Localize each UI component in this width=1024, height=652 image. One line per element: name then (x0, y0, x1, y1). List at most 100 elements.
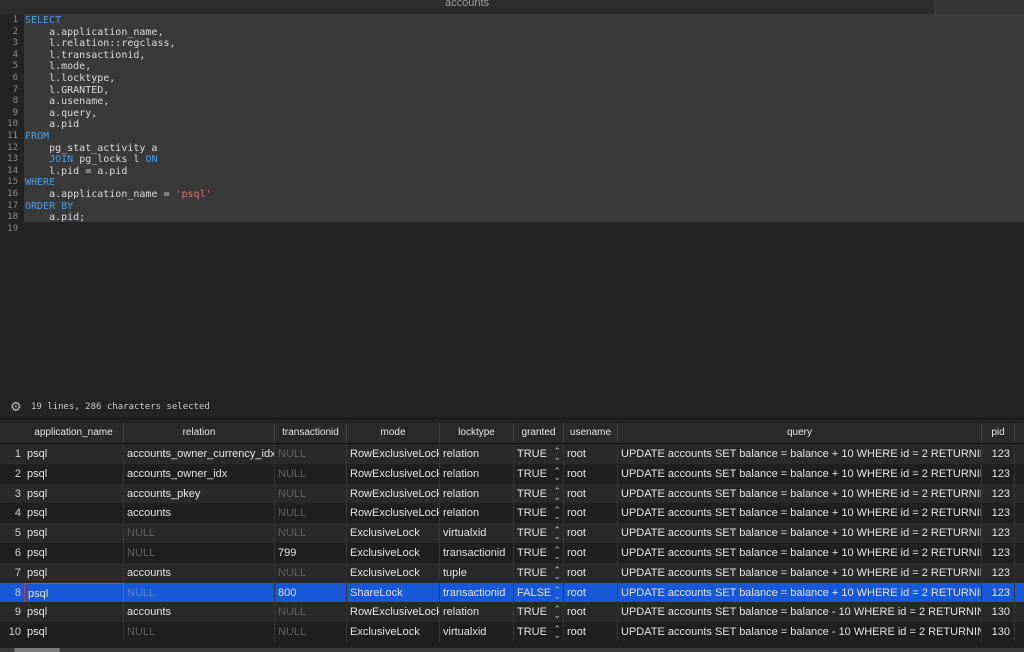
cell-pid[interactable]: 123 (982, 483, 1015, 504)
column-header-mode[interactable]: mode (347, 423, 440, 443)
column-header-usename[interactable]: usename (564, 423, 618, 443)
cell-usename[interactable]: root (564, 582, 618, 603)
cell-pid[interactable]: 130 (982, 622, 1015, 643)
cell-query[interactable]: UPDATE accounts SET balance = balance + … (618, 483, 982, 504)
cell-application_name[interactable]: psql (24, 523, 124, 544)
table-row[interactable]: 9 psql accounts NULL RowExclusiveLock relatio… (0, 602, 1024, 623)
column-header-relation[interactable]: relation (124, 423, 275, 443)
cell-query[interactable]: UPDATE accounts SET balance = balance + … (618, 582, 982, 603)
cell-transactionid[interactable]: NULL (275, 444, 347, 464)
table-row[interactable]: 10 psql NULL NULL ExclusiveLock virtualxid TRU… (0, 622, 1024, 643)
cell-usename[interactable]: root (564, 602, 618, 623)
cell-query[interactable]: UPDATE accounts SET balance = balance + … (618, 562, 982, 583)
cell-application_name[interactable]: psql (24, 503, 124, 524)
cell-locktype[interactable]: relation (440, 463, 514, 484)
cell-transactionid[interactable]: 799 (275, 543, 347, 563)
cell-granted[interactable]: TRUE ⌃ ⌄ (514, 483, 564, 504)
cell-transactionid[interactable]: NULL (275, 523, 347, 544)
cell-query[interactable]: UPDATE accounts SET balance = balance + … (618, 543, 982, 563)
table-row[interactable]: 5 psql NULL NULL ExclusiveLock virtualxid TRUE… (0, 523, 1024, 544)
cell-pid[interactable]: 123 (982, 463, 1015, 484)
cell-application_name[interactable]: psql (24, 444, 124, 464)
gear-icon[interactable]: ⚙ (10, 400, 24, 414)
table-row[interactable]: 2 psql accounts_owner_idx NULL RowExclusiveL… (0, 463, 1024, 484)
stepper-icon[interactable]: ⌃ ⌄ (553, 546, 561, 561)
cell-application_name[interactable]: psql (24, 483, 124, 504)
cell-locktype[interactable]: virtualxid (440, 622, 514, 643)
cell-usename[interactable]: root (564, 503, 618, 524)
cell-granted[interactable]: TRUE ⌃ ⌄ (514, 602, 564, 623)
cell-locktype[interactable]: tuple (440, 562, 514, 583)
stepper-icon[interactable]: ⌃ ⌄ (553, 526, 561, 541)
cell-relation[interactable]: NULL (124, 622, 275, 643)
cell-granted[interactable]: TRUE ⌃ ⌄ (514, 463, 564, 484)
table-row[interactable]: 6 psql NULL 799 ExclusiveLock transactionid TR… (0, 543, 1024, 563)
table-row[interactable]: 1 psql accounts_owner_currency_idx NULL RowE… (0, 444, 1024, 464)
table-row[interactable]: 8 psql NULL 800 ShareLock transactionid FALSE ⌃… (0, 582, 1024, 603)
cell-usename[interactable]: root (564, 444, 618, 464)
stepper-icon[interactable]: ⌃ ⌄ (553, 565, 561, 580)
cell-granted[interactable]: TRUE ⌃ ⌄ (514, 562, 564, 583)
cell-application_name[interactable]: psql (24, 582, 124, 603)
cell-locktype[interactable]: transactionid (440, 582, 514, 603)
cell-locktype[interactable]: virtualxid (440, 523, 514, 544)
cell-transactionid[interactable]: NULL (275, 602, 347, 623)
cell-transactionid[interactable]: NULL (275, 503, 347, 524)
stepper-icon[interactable]: ⌃ ⌄ (553, 466, 561, 481)
cell-query[interactable]: UPDATE accounts SET balance = balance - … (618, 622, 982, 643)
table-row[interactable]: 4 psql accounts NULL RowExclusiveLock relatio… (0, 503, 1024, 524)
cell-mode[interactable]: RowExclusiveLock (347, 444, 440, 464)
cell-pid[interactable]: 123 (982, 543, 1015, 563)
cell-pid[interactable]: 123 (982, 444, 1015, 464)
cell-application_name[interactable]: psql (24, 543, 124, 563)
cell-locktype[interactable]: relation (440, 503, 514, 524)
cell-pid[interactable]: 123 (982, 503, 1015, 524)
cell-transactionid[interactable]: NULL (275, 562, 347, 583)
cell-application_name[interactable]: psql (24, 622, 124, 643)
cell-relation[interactable]: accounts_owner_currency_idx (124, 444, 275, 464)
cell-relation[interactable]: accounts (124, 562, 275, 583)
column-header-granted[interactable]: granted (514, 423, 564, 443)
cell-query[interactable]: UPDATE accounts SET balance = balance - … (618, 602, 982, 623)
cell-granted[interactable]: TRUE ⌃ ⌄ (514, 622, 564, 643)
cell-locktype[interactable]: relation (440, 444, 514, 464)
cell-pid[interactable]: 123 (982, 523, 1015, 544)
cell-mode[interactable]: RowExclusiveLock (347, 463, 440, 484)
cell-mode[interactable]: RowExclusiveLock (347, 483, 440, 504)
cell-relation[interactable]: NULL (124, 523, 275, 544)
cell-transactionid[interactable]: NULL (275, 463, 347, 484)
cell-transactionid[interactable]: NULL (275, 483, 347, 504)
column-header-application_name[interactable]: application_name (24, 423, 124, 443)
cell-mode[interactable]: ExclusiveLock (347, 562, 440, 583)
stepper-icon[interactable]: ⌃ ⌄ (553, 486, 561, 501)
cell-transactionid[interactable]: 800 (275, 582, 347, 603)
stepper-icon[interactable]: ⌃ ⌄ (553, 625, 561, 640)
column-header-locktype[interactable]: locktype (440, 423, 514, 443)
cell-usename[interactable]: root (564, 483, 618, 504)
column-header-transactionid[interactable]: transactionid (275, 423, 347, 443)
cell-application_name[interactable]: psql (24, 562, 124, 583)
stepper-icon[interactable]: ⌃ ⌄ (553, 585, 561, 600)
cell-pid[interactable]: 123 (982, 562, 1015, 583)
cell-relation[interactable]: accounts (124, 602, 275, 623)
stepper-icon[interactable]: ⌃ ⌄ (553, 506, 561, 521)
cell-usename[interactable]: root (564, 543, 618, 563)
cell-query[interactable]: UPDATE accounts SET balance = balance + … (618, 444, 982, 464)
stepper-icon[interactable]: ⌃ ⌄ (553, 447, 561, 462)
table-row[interactable]: 7 psql accounts NULL ExclusiveLock tuple TRUE ⌃… (0, 562, 1024, 583)
cell-relation[interactable]: accounts_pkey (124, 483, 275, 504)
table-row[interactable]: 3 psql accounts_pkey NULL RowExclusiveLock re… (0, 483, 1024, 504)
cell-relation[interactable]: accounts_owner_idx (124, 463, 275, 484)
cell-pid[interactable]: 123 (982, 582, 1015, 603)
cell-mode[interactable]: ShareLock (347, 582, 440, 603)
cell-locktype[interactable]: relation (440, 602, 514, 623)
column-header-pid[interactable]: pid (982, 423, 1015, 443)
cell-query[interactable]: UPDATE accounts SET balance = balance + … (618, 463, 982, 484)
cell-usename[interactable]: root (564, 562, 618, 583)
cell-usename[interactable]: root (564, 523, 618, 544)
cell-relation[interactable]: accounts (124, 503, 275, 524)
cell-locktype[interactable]: relation (440, 483, 514, 504)
horizontal-scrollbar[interactable] (0, 648, 1024, 652)
cell-transactionid[interactable]: NULL (275, 622, 347, 643)
stepper-icon[interactable]: ⌃ ⌄ (553, 605, 561, 620)
